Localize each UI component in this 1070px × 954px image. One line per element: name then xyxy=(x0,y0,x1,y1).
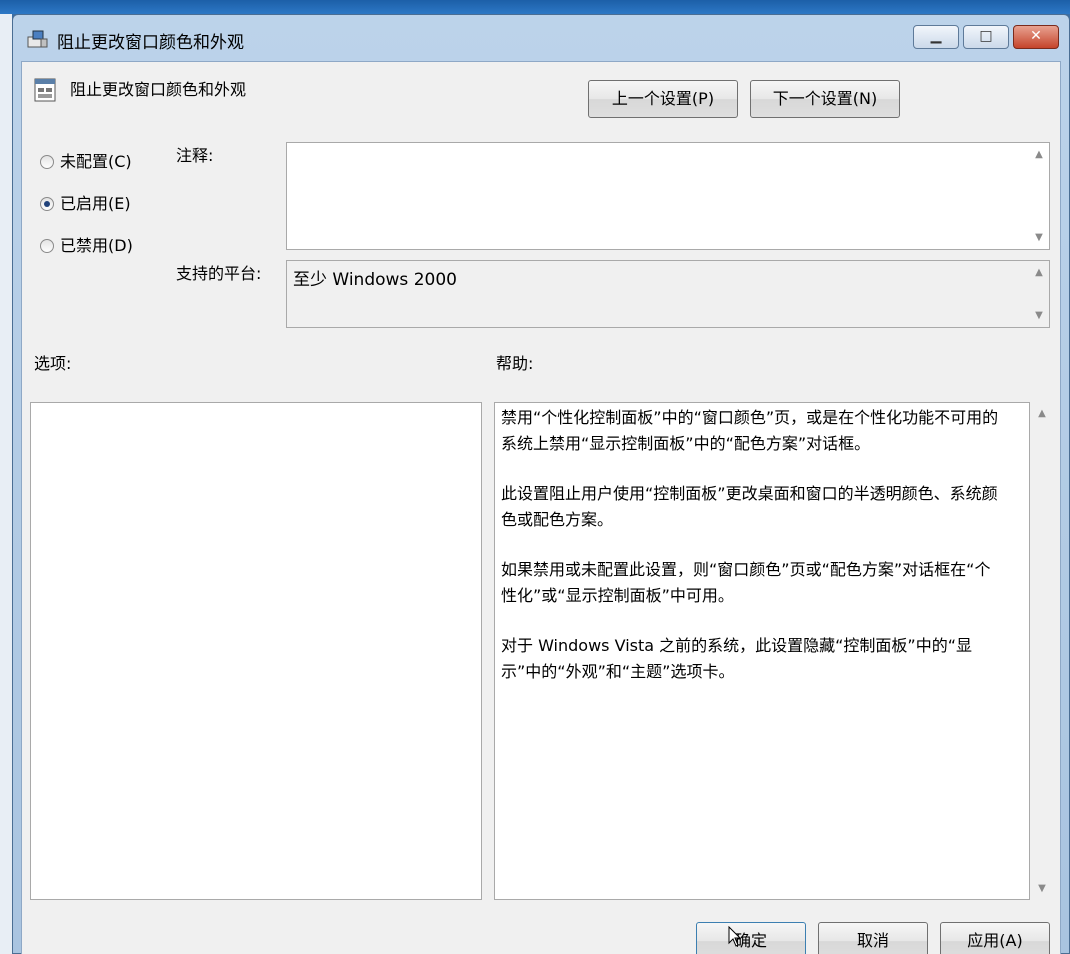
radio-label: 已启用(E) xyxy=(60,194,131,213)
close-icon: ✕ xyxy=(1030,28,1042,44)
setting-title: 阻止更改窗口颜色和外观 xyxy=(70,80,247,99)
title-bar[interactable]: 阻止更改窗口颜色和外观 ▁ □ ✕ xyxy=(13,15,1069,61)
minimize-button[interactable]: ▁ xyxy=(913,25,959,49)
setting-icon xyxy=(34,78,56,102)
background-window-edge xyxy=(0,14,12,954)
desktop-background xyxy=(0,0,1070,14)
dialog-client-area: 阻止更改窗口颜色和外观 上一个设置(P) 下一个设置(N) 未配置(C) 已启用… xyxy=(21,61,1061,954)
radio-circle[interactable] xyxy=(40,155,54,169)
comment-scrollbar[interactable]: ▲ ▼ xyxy=(1029,143,1049,249)
scroll-down-icon[interactable]: ▼ xyxy=(1029,232,1049,243)
close-button[interactable]: ✕ xyxy=(1013,25,1059,49)
scroll-down-icon[interactable]: ▼ xyxy=(1029,310,1049,321)
maximize-icon: □ xyxy=(979,28,993,44)
help-paragraph: 禁用“个性化控制面板”中的“窗口颜色”页，或是在个性化功能不可用的系统上禁用“显… xyxy=(501,408,999,453)
scroll-up-icon[interactable]: ▲ xyxy=(1029,267,1049,278)
radio-label: 已禁用(D) xyxy=(60,236,133,255)
ok-button[interactable]: 确定 xyxy=(696,922,806,954)
next-setting-button[interactable]: 下一个设置(N) xyxy=(750,80,900,118)
options-panel xyxy=(30,402,482,900)
policy-dialog-window: 阻止更改窗口颜色和外观 ▁ □ ✕ 阻止更改窗口颜色和外观 上一个设置(P) 下… xyxy=(12,14,1070,954)
platform-scrollbar[interactable]: ▲ ▼ xyxy=(1029,261,1049,327)
radio-circle[interactable] xyxy=(40,239,54,253)
radio-label: 未配置(C) xyxy=(60,152,132,171)
apply-button[interactable]: 应用(A) xyxy=(940,922,1050,954)
maximize-button[interactable]: □ xyxy=(963,25,1009,49)
comment-textarea[interactable]: ▲ ▼ xyxy=(286,142,1050,250)
scroll-down-icon[interactable]: ▼ xyxy=(1032,883,1052,894)
options-label: 选项: xyxy=(34,354,72,373)
platform-label: 支持的平台: xyxy=(176,264,262,283)
radio-not-configured[interactable]: 未配置(C) xyxy=(40,148,132,172)
help-label: 帮助: xyxy=(496,354,534,373)
radio-circle-selected[interactable] xyxy=(40,197,54,211)
window-title: 阻止更改窗口颜色和外观 xyxy=(57,33,244,53)
scroll-up-icon[interactable]: ▲ xyxy=(1032,408,1052,419)
help-panel: 禁用“个性化控制面板”中的“窗口颜色”页，或是在个性化功能不可用的系统上禁用“显… xyxy=(494,402,1030,900)
platform-field: 至少 Windows 2000 ▲ ▼ xyxy=(286,260,1050,328)
help-paragraph: 此设置阻止用户使用“控制面板”更改桌面和窗口的半透明颜色、系统颜色或配色方案。 xyxy=(501,484,998,529)
scroll-up-icon[interactable]: ▲ xyxy=(1029,149,1049,160)
mouse-cursor-icon xyxy=(728,926,742,947)
comment-label: 注释: xyxy=(176,146,214,165)
help-paragraph: 对于 Windows Vista 之前的系统，此设置隐藏“控制面板”中的“显示”… xyxy=(501,636,973,681)
platform-value: 至少 Windows 2000 xyxy=(293,270,457,290)
minimize-icon: ▁ xyxy=(930,28,942,44)
help-text: 禁用“个性化控制面板”中的“窗口颜色”页，或是在个性化功能不可用的系统上禁用“显… xyxy=(501,405,1005,709)
help-scrollbar[interactable]: ▲ ▼ xyxy=(1032,402,1052,900)
cancel-button[interactable]: 取消 xyxy=(818,922,928,954)
previous-setting-button[interactable]: 上一个设置(P) xyxy=(588,80,738,118)
radio-disabled[interactable]: 已禁用(D) xyxy=(40,232,133,256)
radio-enabled[interactable]: 已启用(E) xyxy=(40,190,131,214)
help-paragraph: 如果禁用或未配置此设置，则“窗口颜色”页或“配色方案”对话框在“个性化”或“显示… xyxy=(501,560,991,605)
policy-icon xyxy=(27,30,48,48)
